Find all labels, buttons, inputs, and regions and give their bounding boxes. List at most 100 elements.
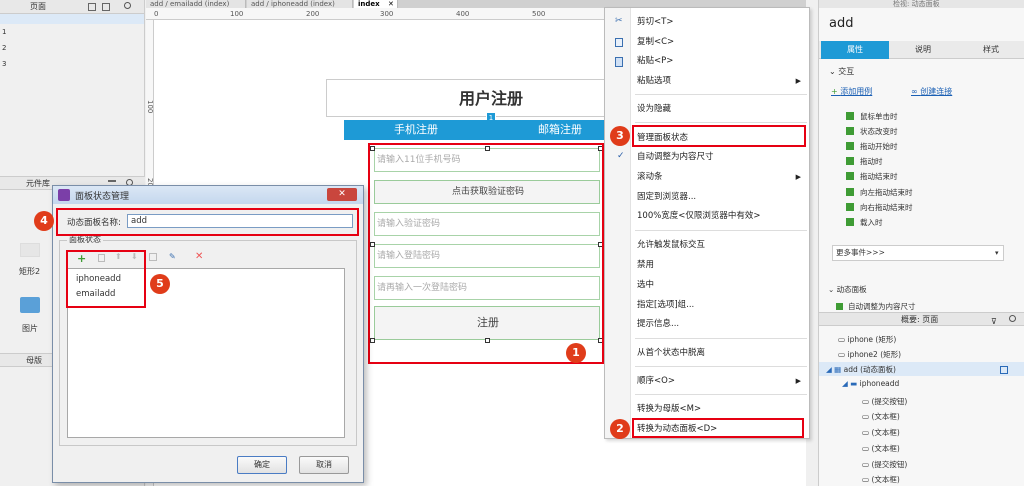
page-item[interactable]: 2 xyxy=(0,40,144,56)
page-item[interactable]: 3 xyxy=(0,56,144,72)
menu-item-full-width[interactable]: 100%宽度<仅限浏览器中有效> xyxy=(637,207,807,225)
tab-notes[interactable]: 说明 xyxy=(889,41,957,59)
tree-item-label: (提交按钮) xyxy=(871,460,908,469)
event-icon xyxy=(846,172,854,180)
tab-emailadd[interactable]: add / emailadd (index) xyxy=(146,0,246,8)
menu-item-to-master[interactable]: 转换为母版<M> xyxy=(637,400,807,418)
tree-item[interactable]: ▭ (文本框) xyxy=(862,474,900,485)
search-icon[interactable] xyxy=(124,2,131,9)
add-page-icon[interactable] xyxy=(88,3,96,11)
tree-item[interactable]: ▭ (文本框) xyxy=(862,443,900,454)
menu-item-mouse-interaction[interactable]: 允许触发鼠标交互 xyxy=(637,236,807,254)
create-link[interactable]: ∞ 创建连接 xyxy=(911,86,952,97)
menu-item-disable[interactable]: 禁用 xyxy=(637,256,807,274)
dialog-titlebar[interactable]: 面板状态管理 ✕ xyxy=(53,186,363,204)
filter-icon[interactable]: ⊽ xyxy=(991,315,997,328)
scissors-icon: ✂ xyxy=(615,16,623,26)
menu-separator xyxy=(635,366,807,367)
dynamic-panel-section-title[interactable]: ⌄ 动态面板 xyxy=(828,284,867,295)
edit-state-icon[interactable] xyxy=(149,253,157,261)
ruler-tick: 100 xyxy=(230,10,244,18)
menu-item-scrollbars[interactable]: 滚动条 ▶ xyxy=(637,168,807,186)
ok-button[interactable]: 确定 xyxy=(237,456,287,474)
tree-item[interactable]: ▭ (文本框) xyxy=(862,427,900,438)
event-load[interactable]: 载入时 xyxy=(860,217,883,228)
event-icon xyxy=(846,142,854,150)
menu-item-label: 滚动条 xyxy=(637,172,663,182)
tab-index-label: index xyxy=(358,0,380,8)
event-drag-start[interactable]: 拖动开始时 xyxy=(860,141,898,152)
plus-icon: + xyxy=(831,87,841,96)
tree-item-label: (文本框) xyxy=(871,428,900,437)
page-row-selected[interactable] xyxy=(0,14,144,24)
event-icon xyxy=(846,112,854,120)
menu-item-pin[interactable]: 固定到浏览器... xyxy=(637,188,807,206)
tree-item[interactable]: ▭ (提交按钮) xyxy=(862,459,907,470)
event-icon xyxy=(846,127,854,135)
interaction-section-label: 交互 xyxy=(838,67,855,76)
add-case-link[interactable]: + 添加用例 xyxy=(831,86,872,97)
tree-item-label: add (动态面板) xyxy=(843,365,896,374)
menu-item-tooltip[interactable]: 提示信息... xyxy=(637,315,807,333)
tab-style[interactable]: 样式 xyxy=(957,41,1024,59)
panel-visibility-icon[interactable] xyxy=(1000,366,1008,374)
menu-item-cut[interactable]: 剪切<T> xyxy=(637,13,807,31)
event-swipe-left[interactable]: 向左拖动结束时 xyxy=(860,187,913,198)
tree-item[interactable]: ▭ (文本框) xyxy=(862,411,900,422)
tree-item[interactable]: ▭ (提交按钮) xyxy=(862,396,907,407)
chevron-down-icon: ⌄ xyxy=(828,285,837,294)
event-click[interactable]: 鼠标单击时 xyxy=(860,111,898,122)
menu-item-select[interactable]: 选中 xyxy=(637,276,807,294)
event-swipe-right[interactable]: 向右拖动结束时 xyxy=(860,202,913,213)
create-link-label: 创建连接 xyxy=(920,87,953,96)
tree-item[interactable]: ◢ ▬ iphoneadd xyxy=(842,379,899,388)
menu-item-paste-options[interactable]: 粘贴选项 ▶ xyxy=(637,72,807,90)
tab-index[interactable]: index ✕ xyxy=(354,0,398,8)
tab-iphoneadd[interactable]: add / iphoneadd (index) xyxy=(247,0,353,8)
close-icon[interactable]: ✕ xyxy=(388,0,394,8)
outline-header: 概要: 页面 ⊽ xyxy=(819,312,1024,326)
edit-all-icon[interactable]: ✎ xyxy=(169,252,176,261)
menu-item-detach[interactable]: 从首个状态中脱离 xyxy=(637,344,807,362)
menu-item-copy[interactable]: 复制<C> xyxy=(637,33,807,51)
tree-item[interactable]: ▭ iphone2 (矩形) xyxy=(838,349,901,360)
interaction-section-title[interactable]: ⌄ 交互 xyxy=(829,66,854,77)
page-item[interactable]: 1 xyxy=(0,24,144,40)
delete-icon[interactable]: ✕ xyxy=(195,251,203,262)
image-widget-icon[interactable] xyxy=(20,297,40,313)
close-button[interactable]: ✕ xyxy=(327,188,357,201)
widget-image-label: 图片 xyxy=(22,324,38,333)
submenu-arrow-icon: ▶ xyxy=(795,77,801,85)
checkbox-icon[interactable] xyxy=(836,303,843,310)
more-events-select[interactable]: 更多事件>>> ▾ xyxy=(832,245,1004,261)
menu-item-label: 粘贴选项 xyxy=(637,76,672,86)
search-icon[interactable] xyxy=(1009,315,1016,322)
add-folder-icon[interactable] xyxy=(102,3,110,11)
highlight-box-states xyxy=(66,250,146,308)
event-icon xyxy=(846,203,854,211)
menu-item-order[interactable]: 顺序<O> ▶ xyxy=(637,372,807,390)
checkmark-icon: ✓ xyxy=(617,151,625,161)
cancel-button[interactable]: 取消 xyxy=(299,456,349,474)
register-tabs: 手机注册 邮箱注册 xyxy=(344,120,632,140)
tab-properties[interactable]: 属性 xyxy=(821,41,889,59)
tab-phone-register[interactable]: 手机注册 xyxy=(344,120,488,140)
ruler-tick: 200 xyxy=(306,10,320,18)
menu-icon-gutter xyxy=(605,8,631,438)
event-state-change[interactable]: 状态改变时 xyxy=(860,126,898,137)
menu-item-option-group[interactable]: 指定[选项]组... xyxy=(637,296,807,314)
menu-item-paste[interactable]: 粘贴<P> xyxy=(637,52,807,70)
inspector-panel: 检视: 动态面板 add 属性 说明 样式 ⌄ 交互 + 添加用例 ∞ 创建连接 xyxy=(818,0,1024,486)
tree-item[interactable]: ▭ iphone (矩形) xyxy=(838,334,896,345)
event-icon xyxy=(846,157,854,165)
copy-icon xyxy=(615,38,623,47)
menu-item-auto-fit[interactable]: 自动调整为内容尺寸 xyxy=(637,148,807,166)
rectangle-widget-icon[interactable] xyxy=(20,243,40,257)
tree-item-selected[interactable]: ◢ ▦ add (动态面板) xyxy=(826,364,896,375)
menu-item-hide[interactable]: 设为隐藏 xyxy=(637,100,807,118)
chevron-down-icon: ⌄ xyxy=(829,67,839,76)
event-drag-end[interactable]: 拖动结束时 xyxy=(860,171,898,182)
event-drag[interactable]: 拖动时 xyxy=(860,156,883,167)
inspector-widget-name[interactable]: add xyxy=(829,16,853,31)
ruler-tick: 100 xyxy=(146,100,154,114)
